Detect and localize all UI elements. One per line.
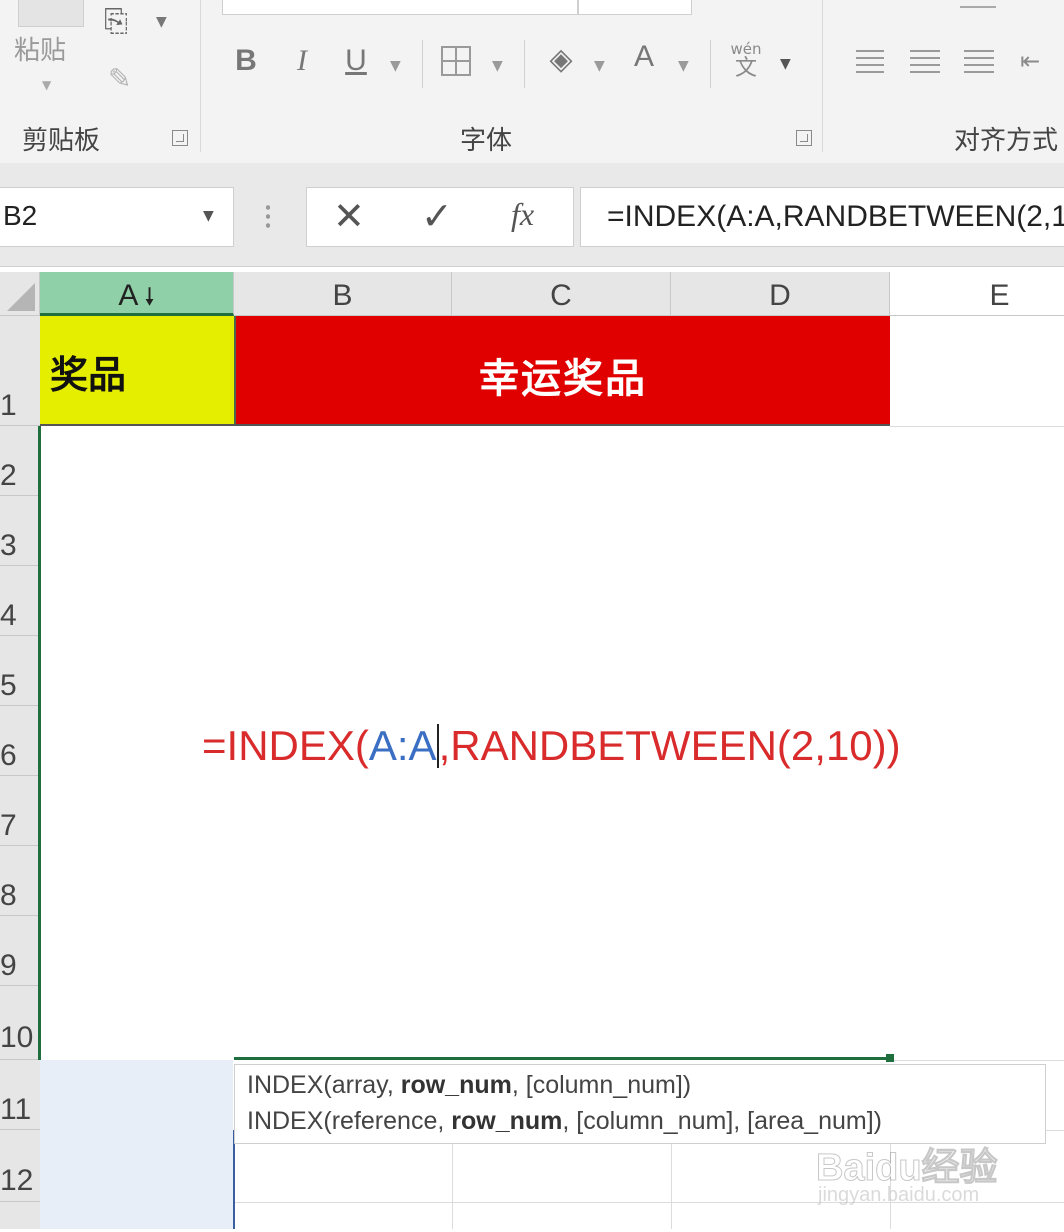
row-header-5[interactable]: 5 — [0, 636, 40, 706]
borders-icon[interactable] — [441, 46, 471, 76]
baidu-watermark: Baidu经验 jingyan.baidu.com — [816, 1130, 1006, 1220]
select-all-corner[interactable] — [0, 272, 40, 316]
row-header-8[interactable]: 8 — [0, 846, 40, 916]
row-header-10[interactable]: 10 — [0, 986, 40, 1060]
paste-icon[interactable] — [18, 0, 84, 27]
copy-dropdown-icon[interactable]: ▼ — [156, 14, 167, 30]
align-group-label: 对齐方式 — [954, 126, 1059, 156]
row-header-11[interactable]: 11 — [0, 1060, 40, 1130]
row-header-12[interactable]: 12 — [0, 1130, 40, 1202]
ribbon-divider — [524, 40, 525, 88]
font-size-box[interactable] — [578, 0, 692, 15]
grid-line — [671, 1130, 672, 1229]
cancel-icon[interactable]: ✕ — [333, 194, 365, 238]
phonetic-top-text: wén — [730, 40, 762, 58]
align-center-icon[interactable] — [910, 50, 940, 74]
ribbon-divider — [422, 40, 423, 88]
align-top-strip — [960, 0, 996, 8]
phonetic-dropdown-icon[interactable]: ▼ — [780, 56, 791, 72]
watermark-brand: Baidu经验 — [816, 1147, 999, 1190]
row-header-3[interactable]: 3 — [0, 496, 40, 566]
formula-buttons-box: ✕ ✓ fx — [306, 187, 574, 247]
font-group-label: 字体 — [460, 126, 513, 156]
column-select-arrow-icon: 🠗 — [144, 284, 155, 311]
paste-button[interactable]: 粘贴 — [14, 30, 66, 67]
align-left-icon[interactable] — [856, 50, 884, 74]
column-header-e[interactable]: E — [890, 272, 1064, 316]
clipboard-group-label: 剪贴板 — [22, 126, 101, 156]
row-header-6[interactable]: 6 — [0, 706, 40, 776]
column-a-highlight — [40, 1060, 233, 1229]
font-launcher-icon[interactable] — [796, 130, 812, 146]
borders-dropdown-icon[interactable]: ▼ — [492, 58, 503, 74]
column-header-d[interactable]: D — [671, 272, 890, 316]
cell-formula-text: =INDEX(A:A,RANDBETWEEN(2,10)) — [202, 722, 901, 770]
chevron-down-icon[interactable]: ▼ — [203, 208, 214, 224]
ribbon-divider — [822, 0, 823, 152]
cell-b1-merged[interactable]: 幸运奖品 — [234, 316, 890, 426]
fill-color-dropdown-icon[interactable]: ▼ — [594, 58, 605, 74]
formula-input-text: =INDEX(A:A,RANDBETWEEN(2,10)) — [607, 200, 1064, 233]
ribbon-divider — [200, 0, 201, 152]
clipboard-launcher-icon[interactable] — [172, 130, 188, 146]
name-box-value: B2 — [3, 200, 38, 231]
align-right-icon[interactable] — [964, 50, 994, 74]
tooltip-signature-2[interactable]: INDEX(reference, row_num, [column_num], … — [247, 1107, 882, 1136]
bold-button[interactable]: B — [232, 44, 260, 78]
active-column-border — [233, 1130, 235, 1229]
decrease-indent-icon[interactable]: ⇤ — [1020, 46, 1056, 76]
italic-button[interactable]: I — [288, 44, 316, 78]
insert-function-button[interactable]: fx — [511, 196, 534, 233]
format-painter-icon[interactable]: ✎ — [108, 62, 131, 95]
font-color-button[interactable]: A — [628, 40, 660, 74]
cell-a1-text: 奖品 — [50, 353, 127, 397]
fill-handle[interactable] — [886, 1054, 894, 1062]
formula-part-function: =INDEX( — [202, 722, 369, 769]
formula-part-rest: ,RANDBETWEEN(2,10)) — [438, 722, 901, 769]
name-box[interactable]: B2 ▼ — [0, 187, 234, 247]
tooltip-signature-1[interactable]: INDEX(array, row_num, [column_num]) — [247, 1071, 691, 1100]
row-header-7[interactable]: 7 — [0, 776, 40, 846]
column-header-c[interactable]: C — [452, 272, 671, 316]
font-name-box[interactable] — [222, 0, 578, 15]
phonetic-bottom-text: 文 — [734, 56, 757, 81]
cell-b1-text: 幸运奖品 — [479, 356, 647, 402]
formula-bar: B2 ▼ ✕ ✓ fx =INDEX(A:A,RANDBETWEEN(2,10)… — [0, 163, 1064, 267]
phonetic-guide-icon[interactable]: wén 文 — [728, 42, 764, 81]
spreadsheet-grid: A 🠗 B C D E 1 2 3 4 5 6 7 8 9 10 11 12 奖品… — [0, 272, 1064, 1229]
formula-part-reference: A:A — [368, 722, 437, 769]
ribbon-divider — [710, 40, 711, 88]
cell-a1[interactable]: 奖品 — [40, 316, 234, 426]
grid-line — [890, 426, 1064, 427]
grid-line — [452, 1130, 453, 1229]
grid-line — [890, 1060, 1064, 1061]
formula-input[interactable]: =INDEX(A:A,RANDBETWEEN(2,10)) — [580, 187, 1064, 247]
drag-handle-icon[interactable] — [266, 203, 270, 229]
select-all-triangle-icon — [7, 283, 35, 311]
column-header-b[interactable]: B — [234, 272, 452, 316]
row-header-13[interactable] — [0, 1202, 40, 1229]
row-header-9[interactable]: 9 — [0, 916, 40, 986]
row-header-4[interactable]: 4 — [0, 566, 40, 636]
row-header-1[interactable]: 1 — [0, 316, 40, 426]
ribbon: 粘贴 ▼ ⎘ ▼ ✎ 剪贴板 B I U ▼ ▼ ◈ ▼ A ▼ wén 文 ▼… — [0, 0, 1064, 164]
selection-border — [38, 426, 41, 1060]
copy-icon[interactable]: ⎘ — [104, 4, 128, 39]
fill-color-icon[interactable]: ◈ — [544, 42, 578, 77]
underline-button[interactable]: U — [342, 44, 370, 78]
column-header-a[interactable]: A 🠗 — [40, 272, 234, 316]
paste-dropdown-icon[interactable]: ▼ — [42, 78, 51, 92]
underline-dropdown-icon[interactable]: ▼ — [390, 58, 401, 74]
row-header-2[interactable]: 2 — [0, 426, 40, 496]
enter-check-icon[interactable]: ✓ — [421, 194, 453, 238]
font-color-dropdown-icon[interactable]: ▼ — [678, 58, 689, 74]
watermark-url: jingyan.baidu.com — [818, 1184, 980, 1206]
